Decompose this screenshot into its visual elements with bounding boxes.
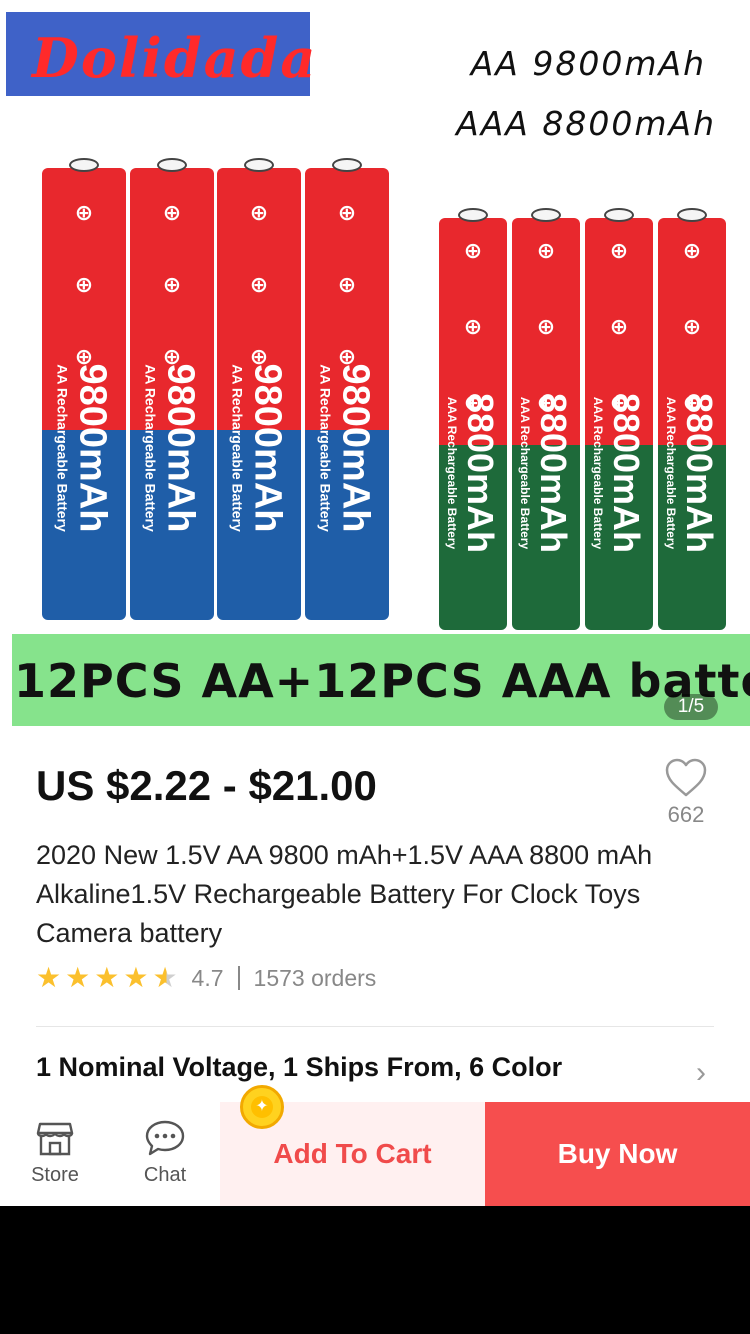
plus-terminal-icon: ⊕: [249, 200, 269, 225]
battery-label: 9800mAh AA Rechargeable Battery: [230, 364, 289, 533]
plus-terminal-icon: ⊕: [337, 200, 357, 225]
battery-type: AAA Rechargeable Battery: [445, 397, 459, 550]
battery-capacity: 8800mAh: [679, 393, 720, 554]
buy-now-button[interactable]: Buy Now: [485, 1102, 750, 1206]
chevron-right-icon[interactable]: ›: [696, 1056, 706, 1090]
battery-capacity: 8800mAh: [460, 393, 501, 554]
product-image-carousel[interactable]: Dolidada AA 9800mAh AAA 8800mAh ⊕ ⊕ ⊕ 9800m…: [0, 0, 750, 730]
coin-icon[interactable]: ✦: [240, 1085, 284, 1129]
battery-label: 9800mAh AA Rechargeable Battery: [143, 364, 202, 533]
aaa-capacity-caption: AAA 8800mAh: [456, 104, 716, 143]
brand-logo-text: Dolidada: [32, 26, 318, 90]
star-rating: ★ ★ ★ ★ ★: [36, 963, 178, 993]
plus-terminal-icon: ⊕: [337, 272, 357, 297]
aa-battery: ⊕ ⊕ ⊕ 9800mAh AA Rechargeable Battery: [42, 158, 126, 620]
sku-options-row[interactable]: 1 Nominal Voltage, 1 Ships From, 6 Color: [36, 1052, 562, 1083]
star-icon: ★: [123, 962, 149, 993]
aa-battery: ⊕ ⊕ ⊕ 9800mAh AA Rechargeable Battery: [217, 158, 301, 620]
star-icon: ★: [65, 962, 91, 993]
star-icon: ★: [36, 962, 62, 993]
battery-capacity: 9800mAh: [246, 363, 289, 533]
battery-type: AAA Rechargeable Battery: [591, 397, 605, 550]
store-icon: [36, 1122, 74, 1156]
battery-capacity: 8800mAh: [533, 393, 574, 554]
aaa-battery: ⊕ ⊕ ⊕ 8800mAh AAA Rechargeable Battery: [658, 208, 726, 630]
battery-capacity: 9800mAh: [334, 363, 377, 533]
brand-logo: Dolidada: [6, 12, 315, 96]
chat-icon: [145, 1120, 185, 1156]
plus-terminal-icon: ⊕: [609, 238, 629, 263]
chat-label: Chat: [143, 1164, 187, 1186]
battery-type: AA Rechargeable Battery: [229, 364, 246, 533]
battery-type: AAA Rechargeable Battery: [518, 397, 532, 550]
plus-terminal-icon: ⊕: [682, 238, 702, 263]
plus-terminal-icon: ⊕: [249, 272, 269, 297]
battery-type: AA Rechargeable Battery: [142, 364, 159, 533]
star-icon: ★: [94, 962, 120, 993]
battery-label: 8800mAh AAA Rechargeable Battery: [518, 393, 574, 553]
aa-battery: ⊕ ⊕ ⊕ 9800mAh AA Rechargeable Battery: [130, 158, 214, 620]
store-tab[interactable]: Store: [0, 1102, 110, 1206]
orders-count: 1573 orders: [253, 964, 377, 991]
plus-terminal-icon: ⊕: [536, 238, 556, 263]
image-pager: 1/5: [664, 694, 718, 720]
battery-label: 8800mAh AAA Rechargeable Battery: [664, 393, 720, 553]
battery-label: 9800mAh AA Rechargeable Battery: [318, 364, 377, 533]
aaa-battery: ⊕ ⊕ ⊕ 8800mAh AAA Rechargeable Battery: [512, 208, 580, 630]
aa-battery: ⊕ ⊕ ⊕ 9800mAh AA Rechargeable Battery: [305, 158, 389, 620]
quantity-banner-text: 12PCS AA+12PCS AAA battery: [14, 654, 750, 708]
battery-type: AA Rechargeable Battery: [54, 364, 71, 533]
chat-tab[interactable]: Chat: [110, 1102, 220, 1206]
rating-value: 4.7: [191, 964, 224, 991]
battery-capacity: 9800mAh: [71, 363, 114, 533]
battery-type: AA Rechargeable Battery: [317, 364, 334, 533]
rating-row[interactable]: ★ ★ ★ ★ ★ 4.7 1573 orders: [36, 960, 376, 996]
aaa-battery: ⊕ ⊕ ⊕ 8800mAh AAA Rechargeable Battery: [439, 208, 507, 630]
plus-terminal-icon: ⊕: [536, 314, 556, 339]
battery-label: 8800mAh AAA Rechargeable Battery: [445, 393, 501, 553]
section-divider: [36, 1026, 714, 1027]
coin-sparkle-icon: ✦: [251, 1096, 273, 1118]
rating-divider: [237, 966, 240, 990]
store-label: Store: [31, 1164, 79, 1186]
battery-label: 9800mAh AA Rechargeable Battery: [55, 364, 114, 533]
plus-terminal-icon: ⊕: [463, 314, 483, 339]
battery-capacity: 8800mAh: [606, 393, 647, 554]
heart-icon: [665, 758, 707, 797]
price: US $2.22 - $21.00: [36, 762, 377, 809]
product-page: Dolidada AA 9800mAh AAA 8800mAh ⊕ ⊕ ⊕ 9800m…: [0, 0, 750, 1206]
plus-terminal-icon: ⊕: [682, 314, 702, 339]
plus-terminal-icon: ⊕: [463, 238, 483, 263]
bottom-action-bar: Store Chat Add To Cart Buy Now: [0, 1102, 750, 1206]
battery-capacity: 9800mAh: [159, 363, 202, 533]
plus-terminal-icon: ⊕: [162, 272, 182, 297]
quantity-banner: 12PCS AA+12PCS AAA battery: [12, 634, 750, 726]
aaa-battery: ⊕ ⊕ ⊕ 8800mAh AAA Rechargeable Battery: [585, 208, 653, 630]
battery-label: 8800mAh AAA Rechargeable Battery: [591, 393, 647, 553]
battery-type: AAA Rechargeable Battery: [664, 397, 678, 550]
star-icon: ★: [152, 962, 178, 993]
wishlist-button[interactable]: 662: [660, 758, 712, 828]
plus-terminal-icon: ⊕: [609, 314, 629, 339]
plus-terminal-icon: ⊕: [162, 200, 182, 225]
aa-capacity-caption: AA 9800mAh: [470, 44, 706, 83]
plus-terminal-icon: ⊕: [74, 272, 94, 297]
plus-terminal-icon: ⊕: [74, 200, 94, 225]
product-title: 2020 New 1.5V AA 9800 mAh+1.5V AAA 8800 …: [36, 840, 653, 948]
wishlist-count: 662: [667, 802, 705, 827]
